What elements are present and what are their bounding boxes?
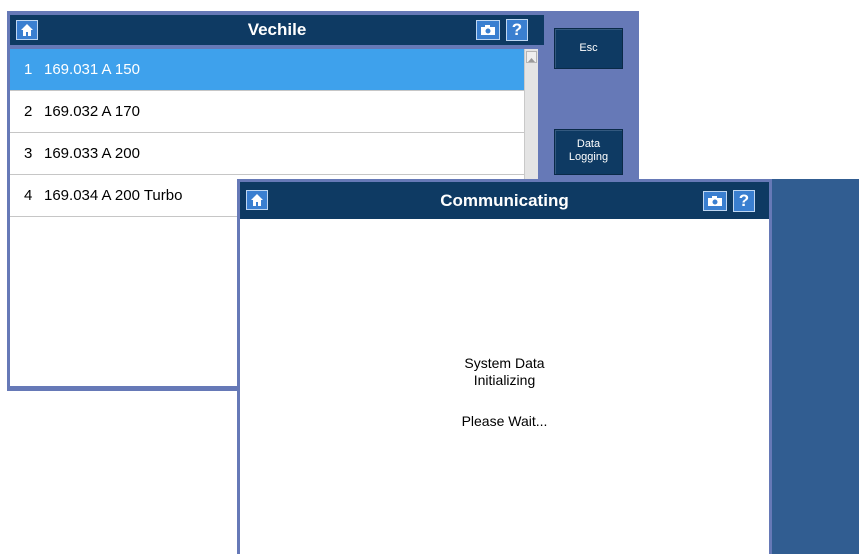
- screenshot-button[interactable]: [703, 191, 727, 211]
- data-logging-button[interactable]: Data Logging: [554, 129, 623, 175]
- list-item-number: 3: [24, 145, 33, 162]
- list-item-label: 169.031 A 150: [44, 61, 140, 78]
- camera-icon: [708, 196, 722, 206]
- list-item-number: 4: [24, 187, 33, 204]
- scroll-up-button[interactable]: [526, 51, 537, 63]
- data-logging-label-line1: Data: [576, 138, 601, 150]
- data-logging-label-line2: Logging: [568, 151, 609, 163]
- please-wait-message: Please Wait...: [461, 413, 548, 429]
- list-item-number: 1: [24, 61, 33, 78]
- camera-icon: [481, 25, 495, 35]
- vehicle-window-title: Vechile: [247, 20, 307, 39]
- status-message-line1: System Data: [464, 355, 545, 371]
- communicating-window-title: Communicating: [440, 191, 569, 210]
- list-item[interactable]: 1 169.031 A 150: [10, 49, 524, 91]
- list-item-number: 2: [24, 103, 33, 120]
- home-button[interactable]: [16, 20, 38, 40]
- screenshot-button[interactable]: [476, 20, 500, 40]
- home-icon: [21, 24, 33, 36]
- home-icon: [251, 194, 263, 206]
- list-item[interactable]: 2 169.032 A 170: [10, 91, 524, 133]
- list-item-label: 169.033 A 200: [44, 145, 140, 162]
- list-item-label: 169.032 A 170: [44, 103, 140, 120]
- help-button[interactable]: ?: [506, 19, 528, 41]
- status-message-line2: Initializing: [473, 372, 536, 388]
- communicating-content: System Data Initializing Please Wait...: [240, 219, 769, 554]
- scroll-up-icon: [528, 58, 535, 62]
- help-button[interactable]: ?: [733, 190, 755, 212]
- vehicle-window-titlebar: Vechile ?: [10, 15, 544, 45]
- list-item[interactable]: 3 169.033 A 200: [10, 133, 524, 175]
- communicating-window: Communicating ? System Data Initializing…: [237, 179, 859, 554]
- esc-button[interactable]: Esc: [554, 28, 623, 69]
- communicating-window-frame: Communicating ? System Data Initializing…: [237, 179, 772, 554]
- list-item-label: 169.034 A 200 Turbo: [44, 187, 183, 204]
- home-button[interactable]: [246, 190, 268, 210]
- communicating-window-titlebar: Communicating ?: [240, 182, 769, 219]
